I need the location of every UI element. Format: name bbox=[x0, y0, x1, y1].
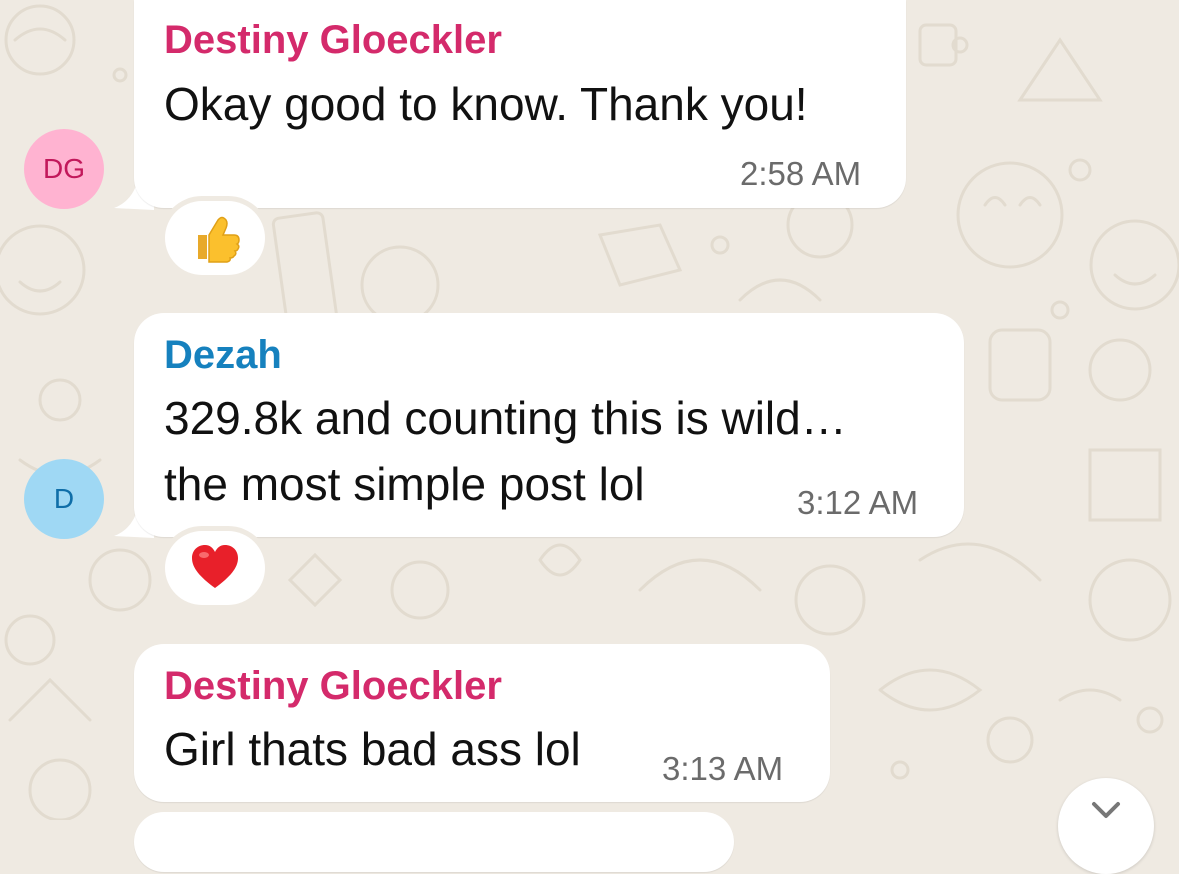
message-time: 3:12 AM bbox=[797, 484, 919, 521]
message-time: 3:13 AM bbox=[662, 750, 784, 787]
avatar[interactable]: D bbox=[24, 459, 104, 539]
scroll-to-bottom-button[interactable] bbox=[1058, 778, 1154, 874]
message-sender[interactable]: Destiny Gloeckler bbox=[164, 664, 502, 709]
message-time: 2:58 AM bbox=[740, 155, 862, 192]
message-sender[interactable]: Destiny Gloeckler bbox=[164, 18, 502, 63]
avatar-initials: D bbox=[53, 483, 75, 514]
message-text: Okay good to know. Thank you! bbox=[164, 78, 808, 130]
message-text: Girl thats bad ass lol bbox=[164, 723, 581, 775]
message-reaction[interactable] bbox=[165, 531, 265, 605]
avatar[interactable]: DG bbox=[24, 129, 104, 209]
chevron-down-icon bbox=[1092, 802, 1120, 818]
thumbs-up-icon bbox=[198, 216, 240, 263]
message-text-line: the most simple post lol bbox=[164, 458, 645, 510]
message-reaction[interactable] bbox=[165, 201, 265, 275]
message-bubble[interactable] bbox=[134, 812, 734, 872]
avatar-initials: DG bbox=[43, 153, 85, 184]
red-heart-icon bbox=[192, 545, 238, 588]
message-sender[interactable]: Dezah bbox=[164, 333, 282, 378]
message-text-line: 329.8k and counting this is wild… bbox=[164, 392, 847, 444]
